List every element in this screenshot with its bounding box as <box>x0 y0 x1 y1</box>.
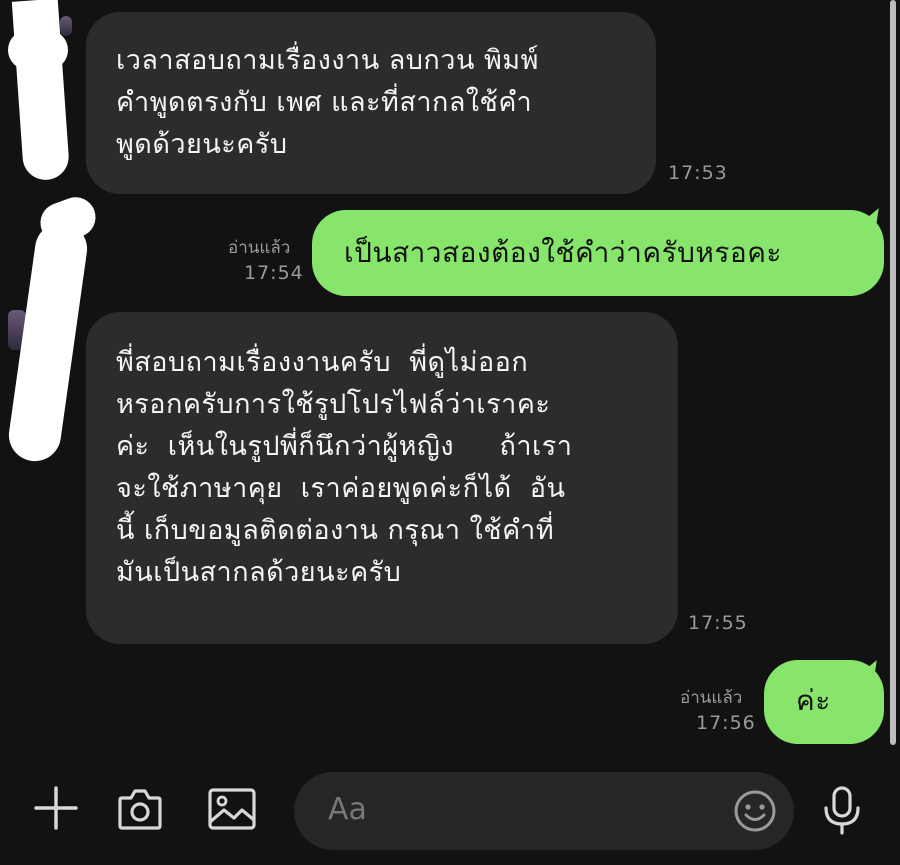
chat-screen: เวลาสอบถามเรื่องงาน ลบกวน พิมพ์ คำพูดตรง… <box>0 0 900 865</box>
outgoing-message-bubble[interactable]: ค่ะ <box>764 660 884 744</box>
message-text: พี่สอบถามเรื่องงานครับ พี่ดูไม่ออก <box>116 347 529 378</box>
message-text: พูดด้วยนะครับ <box>116 129 288 160</box>
message-timestamp: 17:55 <box>688 612 748 634</box>
emoji-icon[interactable] <box>732 788 778 834</box>
chat-history[interactable]: เวลาสอบถามเรื่องงาน ลบกวน พิมพ์ คำพูดตรง… <box>0 0 900 752</box>
image-icon[interactable] <box>206 786 258 832</box>
message-timestamp: 17:54 <box>244 262 304 284</box>
plus-icon[interactable] <box>32 784 80 832</box>
incoming-message-bubble[interactable]: พี่สอบถามเรื่องงานครับ พี่ดูไม่ออก หรอกค… <box>86 312 678 644</box>
avatar[interactable] <box>60 16 72 36</box>
camera-icon[interactable] <box>116 786 164 832</box>
message-text: คำพูดตรงกับ เพศ และที่สากลใช้คำ <box>116 87 533 118</box>
incoming-message-bubble[interactable]: เวลาสอบถามเรื่องงาน ลบกวน พิมพ์ คำพูดตรง… <box>86 12 656 194</box>
outgoing-message-bubble[interactable]: เป็นสาวสองต้องใช้คำว่าครับหรอคะ <box>312 210 884 296</box>
read-receipt: อ่านแล้ว <box>228 238 291 258</box>
message-text: นี้ เก็บขอมูลติดต่องาน กรุณา ใช้คำที่ <box>116 515 555 546</box>
message-input-placeholder: Aa <box>328 792 367 827</box>
microphone-icon[interactable] <box>818 784 866 836</box>
message-text: จะใช้ภาษาคุย เราค่อยพูดค่ะก็ได้ อัน <box>116 473 566 504</box>
message-text: มันเป็นสากลด้วยนะครับ <box>116 557 402 588</box>
message-text: เป็นสาวสองต้องใช้คำว่าครับหรอคะ <box>344 236 782 269</box>
read-receipt: อ่านแล้ว <box>680 688 743 708</box>
scrollbar[interactable] <box>890 0 896 745</box>
message-text: ค่ะ <box>796 684 831 717</box>
message-text: เวลาสอบถามเรื่องงาน ลบกวน พิมพ์ <box>116 45 539 76</box>
message-timestamp: 17:56 <box>696 712 756 734</box>
message-input[interactable]: Aa <box>294 772 794 850</box>
message-text: หรอกครับการใช้รูปโปรไฟล์ว่าเราคะ <box>116 389 551 420</box>
message-text: ค่ะ เห็นในรูปพี่ก็นึกว่าผู้หญิง ถ้าเรา <box>116 431 573 462</box>
message-timestamp: 17:53 <box>668 162 728 184</box>
